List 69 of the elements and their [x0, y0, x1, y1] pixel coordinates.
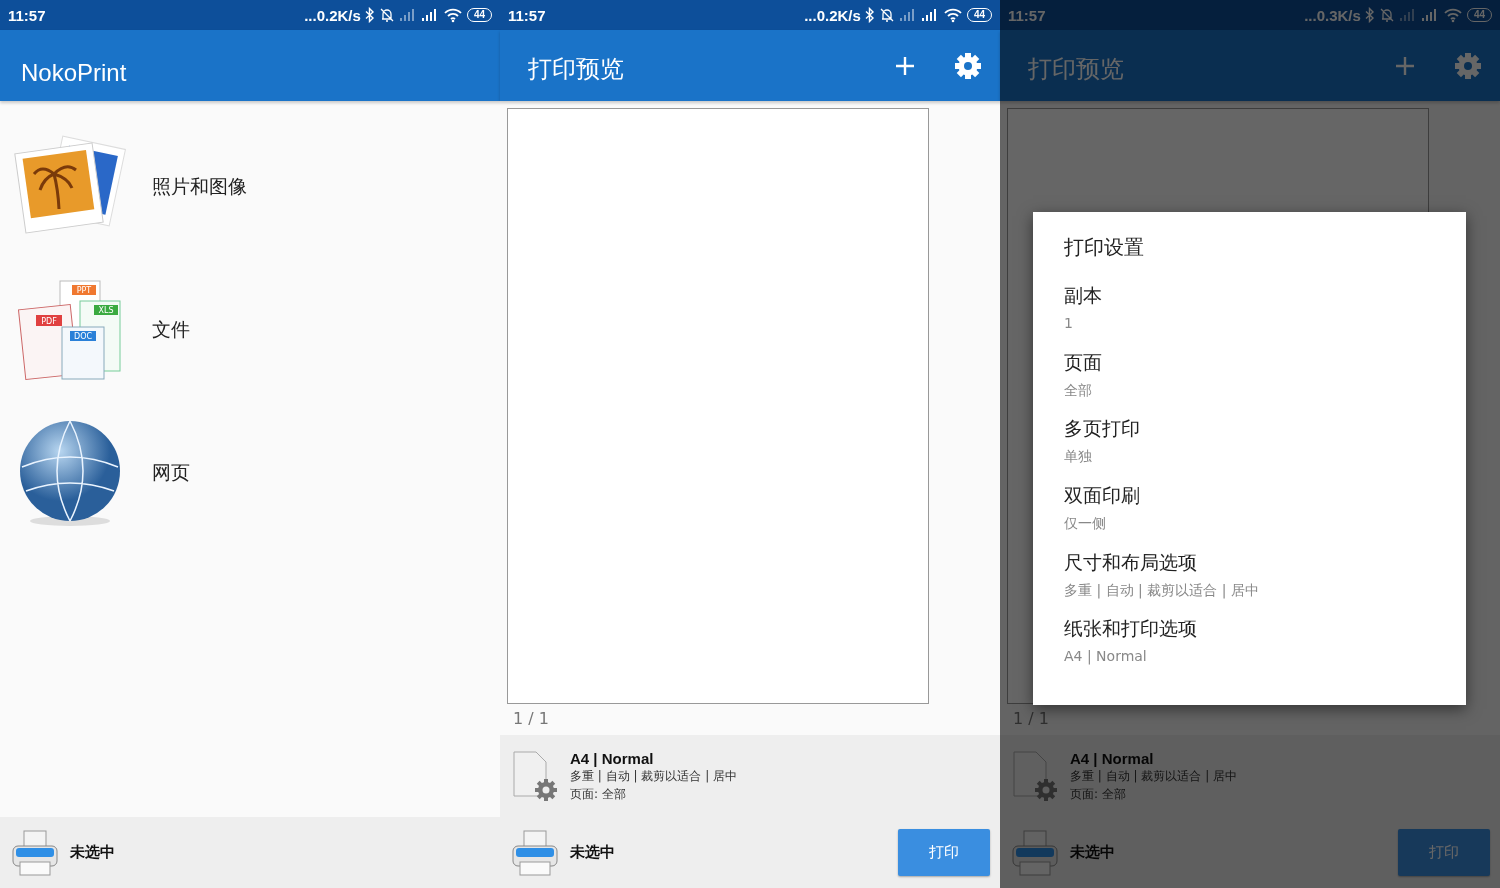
- settings-option[interactable]: 双面印刷 仅一侧: [1064, 483, 1435, 550]
- dialog-title: 打印设置: [1064, 234, 1145, 261]
- wifi-icon: [1442, 7, 1463, 23]
- document-gear-icon: [1010, 748, 1060, 804]
- source-label: 照片和图像: [152, 173, 247, 199]
- clock-time: 11:57: [508, 6, 546, 24]
- signal-icon: [898, 8, 917, 22]
- settings-option[interactable]: 多页打印 单独: [1064, 416, 1435, 483]
- network-speed: ...0.2K/s: [804, 6, 861, 24]
- summary-title: A4 | Normal: [1070, 749, 1155, 767]
- source-item[interactable]: 网页: [0, 401, 500, 544]
- option-value: 单独: [1064, 448, 1093, 467]
- printer-name: 未选中: [1070, 843, 1115, 862]
- bluetooth-icon: [864, 7, 875, 23]
- source-label: 文件: [152, 316, 190, 342]
- documents-drawing: PPT XLS PDF DOC: [14, 276, 126, 383]
- network-speed: ...0.2K/s: [304, 6, 361, 24]
- settings-option[interactable]: 页面 全部: [1064, 349, 1435, 417]
- clock-time: 11:57: [8, 6, 46, 24]
- printer-name: 未选中: [570, 843, 615, 862]
- settings-summary[interactable]: A4 | Normal 多重 | 自动 | 裁剪以适合 | 居中 页面: 全部: [500, 735, 1000, 817]
- printer-name: 未选中: [70, 843, 115, 862]
- option-label: 尺寸和布局选项: [1064, 549, 1198, 575]
- settings-option[interactable]: 纸张和打印选项 A4 | Normal: [1064, 616, 1435, 684]
- settings-icon[interactable]: [1454, 51, 1482, 80]
- signal-icon: [420, 8, 439, 22]
- bell-off-icon: [1378, 7, 1395, 23]
- wifi-icon: [942, 7, 963, 23]
- option-label: 双面印刷: [1064, 483, 1141, 508]
- add-icon[interactable]: [894, 54, 916, 77]
- settings-option[interactable]: 副本 1: [1064, 283, 1435, 350]
- settings-option[interactable]: 尺寸和布局选项 多重 | 自动 | 裁剪以适合 | 居中: [1064, 549, 1435, 617]
- bluetooth-icon: [1364, 7, 1375, 23]
- source-item[interactable]: PPT XLS PDF DOC 文件: [0, 258, 500, 401]
- summary-detail: 多重 | 自动 | 裁剪以适合 | 居中: [1070, 767, 1237, 785]
- app-title: 打印预览: [527, 54, 625, 85]
- signal-icon: [920, 8, 939, 22]
- app-title: NokoPrint: [21, 57, 128, 87]
- option-value: A4 | Normal: [1064, 648, 1148, 665]
- printer-icon[interactable]: [1010, 827, 1060, 878]
- add-icon[interactable]: [1394, 54, 1416, 77]
- option-label: 多页打印: [1064, 416, 1141, 442]
- option-value: 1: [1064, 315, 1074, 331]
- printer-icon[interactable]: [10, 827, 60, 878]
- summary-pages: 页面: 全部: [1070, 785, 1127, 803]
- option-value: 仅一侧: [1064, 515, 1107, 533]
- wifi-icon: [442, 7, 463, 23]
- signal-icon: [398, 8, 417, 22]
- source-label: 网页: [152, 459, 190, 485]
- bell-off-icon: [878, 7, 895, 23]
- clock-time: 11:57: [1008, 6, 1046, 24]
- summary-detail: 多重 | 自动 | 裁剪以适合 | 居中: [570, 767, 737, 785]
- option-value: 全部: [1064, 381, 1093, 400]
- document-gear-icon: [510, 748, 560, 804]
- page-counter: 1 / 1: [513, 709, 550, 728]
- summary-title: A4 | Normal: [570, 749, 655, 767]
- option-label: 页面: [1064, 349, 1103, 375]
- app-title: 打印预览: [1027, 54, 1125, 85]
- settings-icon[interactable]: [954, 51, 982, 80]
- bell-off-icon: [378, 7, 395, 23]
- signal-icon: [1420, 8, 1439, 22]
- summary-pages: 页面: 全部: [570, 785, 627, 803]
- bluetooth-icon: [364, 7, 375, 23]
- option-value: 多重 | 自动 | 裁剪以适合 | 居中: [1064, 581, 1260, 600]
- option-label: 纸张和打印选项: [1064, 616, 1198, 642]
- network-speed: ...0.3K/s: [1304, 6, 1361, 24]
- option-label: 副本: [1064, 283, 1103, 308]
- printer-icon[interactable]: [510, 827, 560, 878]
- source-item[interactable]: 照片和图像: [0, 115, 500, 258]
